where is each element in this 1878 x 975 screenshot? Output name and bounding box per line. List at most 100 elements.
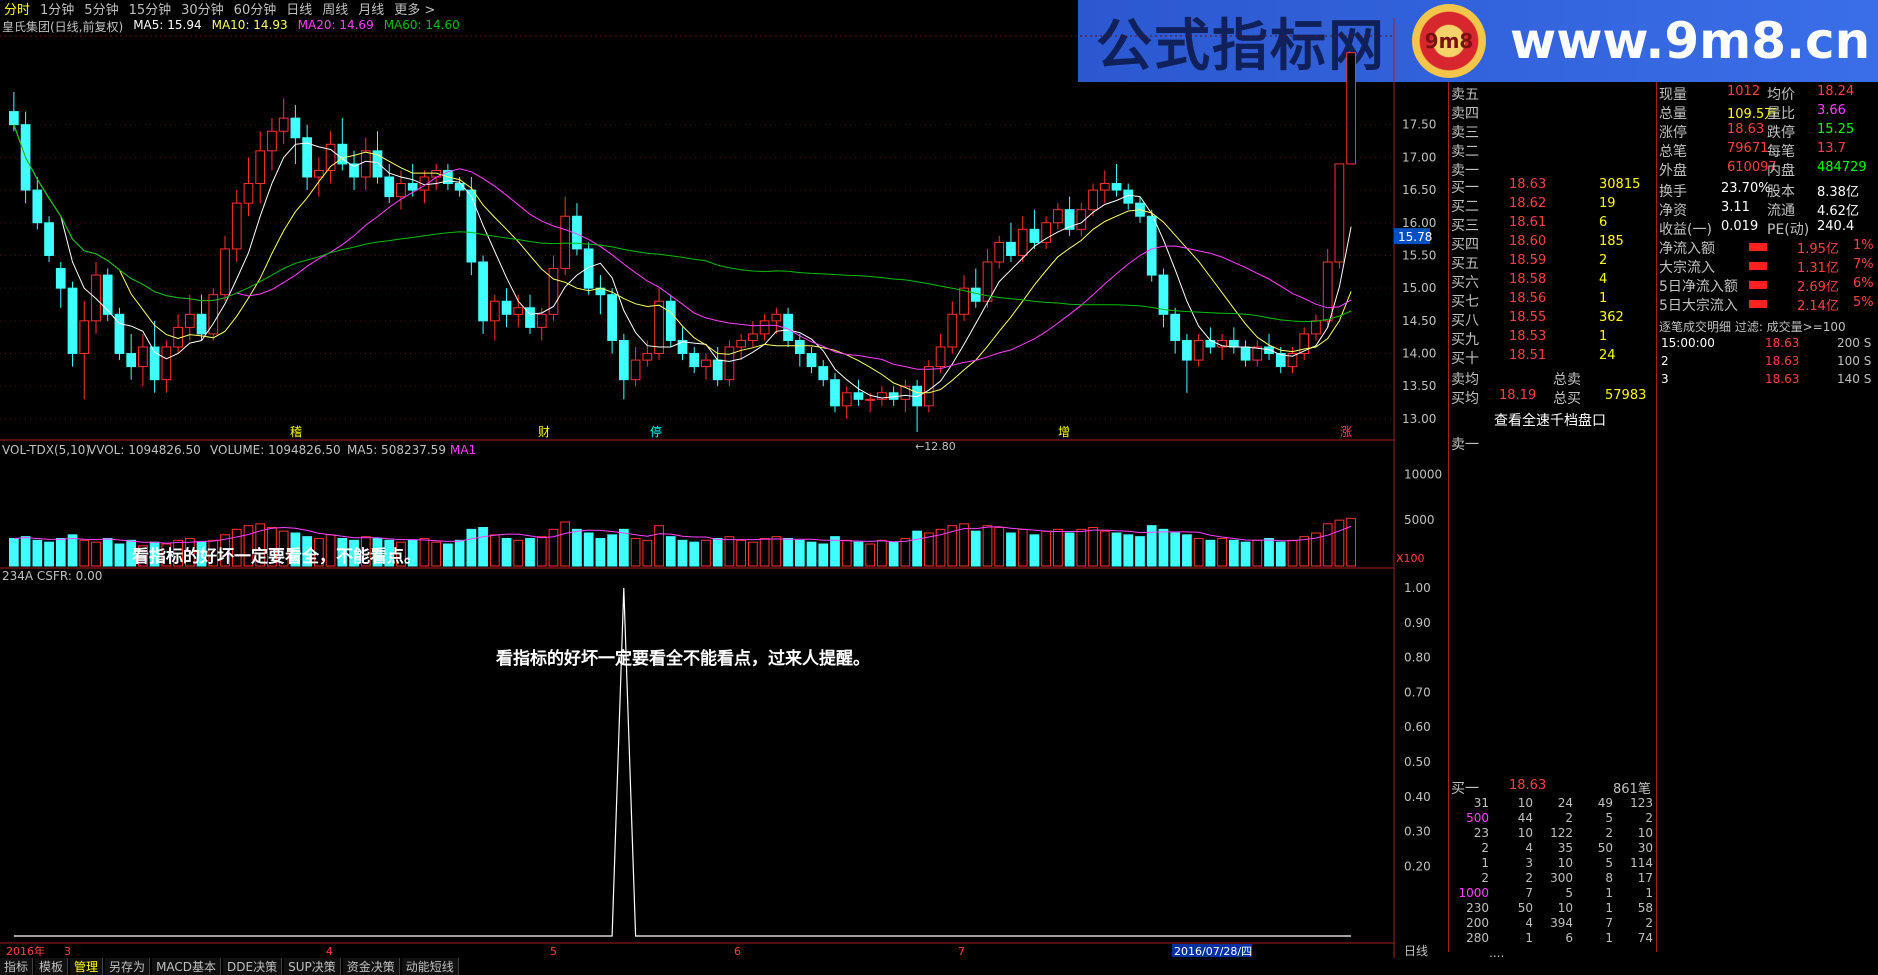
volume-bar <box>583 532 594 567</box>
bottom-tab-1[interactable]: 模板 <box>35 958 69 975</box>
queue-cell: 1 <box>1645 886 1653 900</box>
stat-value: 8.38亿 <box>1817 185 1859 200</box>
candle <box>900 385 911 400</box>
volume-bar <box>677 539 688 567</box>
candle <box>618 339 629 381</box>
buy-level-volume: 185 <box>1599 234 1624 249</box>
stat-value: 3.11 <box>1721 200 1750 215</box>
candle <box>231 202 242 250</box>
buy-level-volume: 24 <box>1599 348 1616 363</box>
price-tick: 17.50 <box>1402 118 1436 132</box>
volume-unit: X100 <box>1396 552 1425 565</box>
volume-bar <box>794 539 805 567</box>
buy-level-price: 18.59 <box>1509 253 1547 268</box>
queue-cell: 230 <box>1466 901 1489 915</box>
thousand-level-link[interactable]: 查看全速千档盘口 <box>1494 410 1606 430</box>
buy-level-label: 买九 <box>1451 332 1479 348</box>
quote-label: 总笔 <box>1659 144 1687 160</box>
bottom-tab-4[interactable]: MACD基本 <box>152 958 222 975</box>
queue-cell: 5 <box>1605 811 1613 825</box>
volume-bar <box>1170 532 1181 567</box>
queue-cell: 122 <box>1550 826 1573 840</box>
queue-cell: 50 <box>1517 901 1533 915</box>
quote-label: 总量 <box>1659 106 1687 122</box>
queue-cell: 2 <box>1645 916 1653 930</box>
volume-bar <box>1006 532 1016 567</box>
candle <box>712 359 723 381</box>
candle <box>126 353 137 368</box>
candle <box>102 274 113 315</box>
event-mark: 增 <box>1058 425 1070 439</box>
candle <box>454 183 465 191</box>
candle <box>360 150 371 178</box>
queue-cell: 7 <box>1605 916 1613 930</box>
volume-bar <box>67 534 78 567</box>
quote-value: 3.66 <box>1817 103 1846 118</box>
volume-bar <box>1228 539 1239 567</box>
buy-level-price: 18.51 <box>1509 348 1547 363</box>
candle <box>1029 228 1040 243</box>
bottom-tab-7[interactable]: 资金决策 <box>342 958 400 975</box>
volume-bar <box>513 539 524 567</box>
volume-bar <box>759 538 770 567</box>
indicator-tick: 0.50 <box>1404 755 1431 769</box>
candle <box>607 294 617 341</box>
total-buy-label: 总买 <box>1553 391 1581 407</box>
queue-cell: 5 <box>1605 856 1613 870</box>
bottom-tab-5[interactable]: DDE决策 <box>223 958 283 975</box>
bottom-tab-3[interactable]: 另存为 <box>105 958 151 975</box>
buy-level-volume: 4 <box>1599 272 1608 287</box>
volume-bar <box>607 534 617 567</box>
volume-legend-1: VVOL: 1094826.50 <box>88 443 201 457</box>
quote-value: 79671 <box>1727 141 1769 156</box>
volume-bar <box>443 543 453 567</box>
volume-legend-0: VOL-TDX(5,10) <box>2 443 90 457</box>
candle <box>1182 339 1192 361</box>
queue-cell: 4 <box>1525 841 1533 855</box>
volume-bar <box>982 525 993 567</box>
deal-price: 18.63 <box>1765 336 1800 350</box>
kline-chart[interactable]: 17.50 17.00 16.50 16.00 15.50 15.00 14.50 14.00… <box>0 0 1448 958</box>
queue-cell: 7 <box>1525 886 1533 900</box>
candle <box>830 379 840 407</box>
price-tick: 14.00 <box>1402 347 1436 361</box>
queue-cell: 49 <box>1597 796 1613 810</box>
deal-volume: 200 S <box>1837 336 1872 350</box>
volume-note: 看指标的好坏一定要看全，不能看点。 <box>131 546 421 567</box>
bottom-tab-6[interactable]: SUP决策 <box>284 958 341 975</box>
candle <box>478 261 488 322</box>
bottom-tab-0[interactable]: 指标 <box>0 958 34 975</box>
volume-bar <box>806 541 817 567</box>
buy-level-price: 18.58 <box>1509 272 1547 287</box>
buy-level-volume: 19 <box>1599 196 1616 211</box>
flow-percent: 1% <box>1853 238 1874 253</box>
date-year: 2016年 <box>6 944 45 958</box>
quote-value: 18.24 <box>1817 84 1855 99</box>
candle <box>853 392 864 400</box>
candle <box>196 313 207 335</box>
queue-cell: 123 <box>1630 796 1653 810</box>
quote-label: 涨停 <box>1659 125 1687 141</box>
bottom-tab-2[interactable]: 管理 <box>70 958 104 975</box>
candle <box>1006 241 1016 256</box>
candle <box>818 366 829 381</box>
bottom-tab-8[interactable]: 动能短线 <box>401 958 459 975</box>
volume-bar <box>618 528 629 567</box>
candle <box>536 313 547 328</box>
buy-level-price: 18.55 <box>1509 310 1547 325</box>
volume-bar <box>888 541 899 567</box>
volume-bar <box>853 541 864 567</box>
candle <box>1170 313 1181 341</box>
volume-bar <box>478 527 488 567</box>
volume-bar <box>1322 523 1333 567</box>
queue-cell: 17 <box>1637 871 1653 885</box>
candle <box>771 313 782 322</box>
volume-bar <box>1193 538 1204 567</box>
volume-bar <box>20 536 31 567</box>
queue-cell: 50 <box>1597 841 1613 855</box>
queue-cell: 200 <box>1466 916 1489 930</box>
candle <box>642 353 653 361</box>
flow-value: 2.14亿 <box>1797 299 1839 314</box>
volume-bar <box>91 541 101 567</box>
volume-bar <box>701 539 711 567</box>
